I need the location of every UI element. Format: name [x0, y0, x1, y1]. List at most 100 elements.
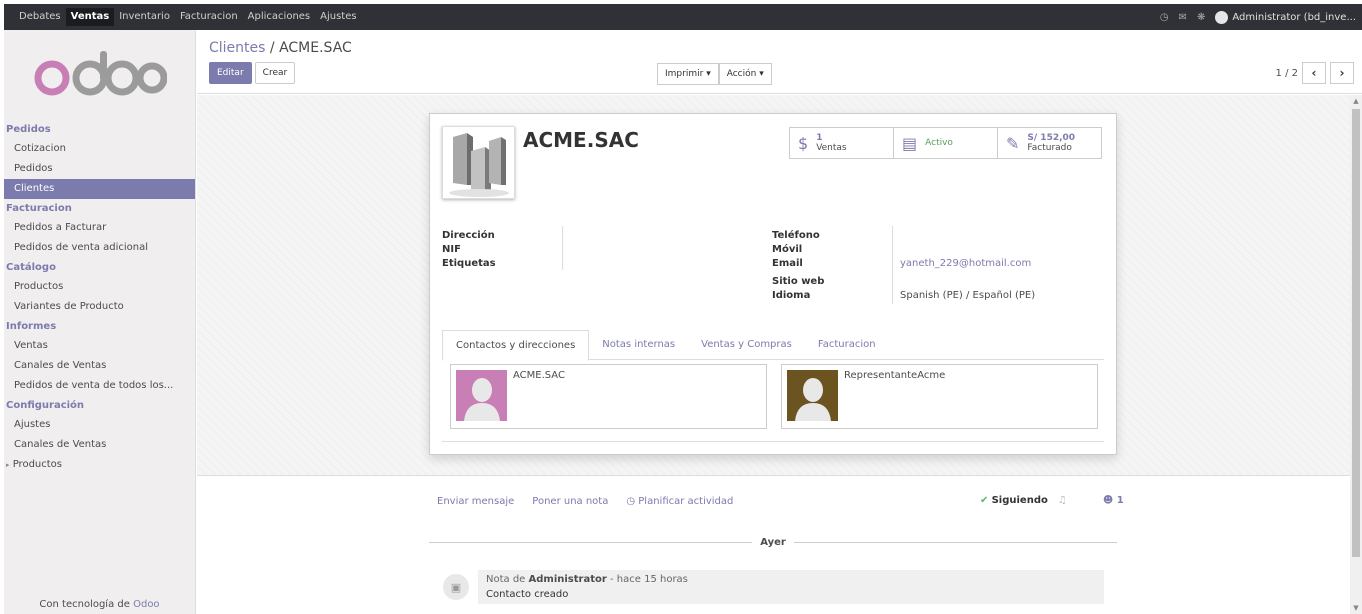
- menu-aplicaciones[interactable]: Aplicaciones: [243, 4, 315, 30]
- sidebar-item-informe-ventas[interactable]: Ventas: [4, 336, 195, 356]
- print-label: Imprimir: [665, 69, 704, 79]
- breadcrumb-current: ACME.SAC: [279, 40, 352, 56]
- sidebar-item-label: Productos: [12, 459, 62, 470]
- contact-card[interactable]: RepresentanteAcme: [781, 364, 1098, 429]
- bell-icon[interactable]: ♫: [1058, 495, 1067, 506]
- powered-by-text: Con tecnología de: [39, 599, 130, 610]
- message-prefix: Nota de: [486, 574, 526, 585]
- smart-buttons: $ 1 Ventas ▤ Activo ✎ S/ 152,00 Facturad…: [789, 127, 1102, 159]
- breadcrumb-clientes[interactable]: Clientes: [209, 40, 265, 56]
- caret-down-icon: ▾: [759, 69, 764, 79]
- message: ▣ Nota de Administrator - hace 15 horas …: [443, 570, 1104, 604]
- archive-icon: ▤: [902, 133, 918, 153]
- email-value[interactable]: yaneth_229@hotmail.com: [892, 257, 1031, 271]
- action-label: Acción: [726, 69, 757, 79]
- scroll-up-icon[interactable]: ▲: [1350, 97, 1362, 105]
- partner-name: ACME.SAC: [523, 128, 639, 152]
- scrollbar[interactable]: ▲ ▼: [1350, 95, 1362, 614]
- user-menu[interactable]: Administrator (bd_inve...: [1215, 10, 1356, 24]
- menu-ajustes[interactable]: Ajustes: [315, 4, 361, 30]
- separator-line: [429, 541, 753, 543]
- caret-down-icon: ▾: [706, 69, 711, 79]
- person-icon: [794, 378, 831, 421]
- company-image[interactable]: [442, 126, 515, 199]
- chat-icon[interactable]: ✉: [1179, 12, 1187, 23]
- check-icon: ✔: [980, 495, 989, 506]
- bug-icon[interactable]: ❋: [1197, 12, 1205, 23]
- sidebar-item-pedidos-venta-adicional[interactable]: Pedidos de venta adicional: [4, 238, 195, 258]
- section-catalogo: Catálogo: [6, 262, 56, 273]
- next-button[interactable]: ›: [1330, 62, 1354, 84]
- sidebar-item-pedidos-todos[interactable]: Pedidos de venta de todos los...: [4, 376, 195, 396]
- scroll-down-icon[interactable]: ▼: [1350, 604, 1362, 612]
- menu-ventas[interactable]: Ventas: [65, 8, 115, 26]
- print-dropdown[interactable]: Imprimir ▾: [657, 63, 719, 85]
- section-facturacion: Facturacion: [6, 203, 72, 214]
- fields-left: Dirección NIF Etiquetas: [442, 229, 562, 271]
- log-note-link[interactable]: Poner una nota: [532, 496, 608, 507]
- odoo-logo[interactable]: [4, 30, 195, 120]
- edit-button[interactable]: Editar: [209, 62, 252, 84]
- date-separator: Ayer: [429, 536, 1117, 548]
- chatter: Enviar mensaje Poner una nota ◷ Planific…: [197, 475, 1350, 614]
- sidebar-item-variantes[interactable]: Variantes de Producto: [4, 297, 195, 317]
- menu-facturacion[interactable]: Facturacion: [175, 4, 243, 30]
- phone-label: Teléfono: [772, 230, 820, 241]
- sidebar-item-productos[interactable]: Productos: [4, 277, 195, 297]
- camera-icon: ▣: [443, 574, 469, 600]
- tab-notas-internas[interactable]: Notas internas: [589, 330, 688, 359]
- control-panel: Clientes / ACME.SAC Editar Crear Imprimi…: [197, 30, 1362, 94]
- menu-debates[interactable]: Debates: [14, 4, 66, 30]
- sidebar-item-ajustes[interactable]: Ajustes: [4, 415, 195, 435]
- clock-icon[interactable]: ◷: [1160, 12, 1169, 23]
- sidebar-item-config-canales[interactable]: Canales de Ventas: [4, 435, 195, 455]
- powered-by-link[interactable]: Odoo: [133, 599, 159, 610]
- separator-line: [793, 541, 1117, 543]
- invoiced-smart-button[interactable]: ✎ S/ 152,00 Facturado: [997, 127, 1102, 159]
- menu-inventario[interactable]: Inventario: [114, 4, 175, 30]
- message-text: Contacto creado: [486, 589, 569, 600]
- form-sheet: ACME.SAC $ 1 Ventas ▤ Activo ✎ S/ 152,00…: [429, 113, 1117, 455]
- tab-facturacion[interactable]: Facturacion: [805, 330, 889, 359]
- date-label: Ayer: [760, 536, 786, 548]
- previous-button[interactable]: ‹: [1302, 62, 1326, 84]
- notebook-tabs: Contactos y direcciones Notas internas V…: [442, 330, 1104, 361]
- tab-ventas-compras[interactable]: Ventas y Compras: [688, 330, 805, 359]
- message-header: Nota de Administrator - hace 15 horas: [486, 573, 1096, 587]
- pager: 1 / 2 ‹ ›: [1276, 62, 1354, 84]
- breadcrumb: Clientes / ACME.SAC: [209, 40, 352, 56]
- sidebar-item-pedidos[interactable]: Pedidos: [4, 159, 195, 179]
- message-author[interactable]: Administrator: [529, 574, 607, 585]
- pager-value[interactable]: 1 / 2: [1276, 68, 1298, 79]
- sidebar-item-canales-ventas[interactable]: Canales de Ventas: [4, 356, 195, 376]
- sidebar-item-clientes[interactable]: Clientes: [4, 179, 195, 199]
- create-button[interactable]: Crear: [254, 62, 296, 84]
- sidebar-item-pedidos-a-facturar[interactable]: Pedidos a Facturar: [4, 218, 195, 238]
- schedule-activity-link[interactable]: ◷ Planificar actividad: [626, 496, 733, 507]
- sidebar: Pedidos Cotizacion Pedidos Clientes Fact…: [4, 30, 196, 614]
- following-label: Siguiendo: [991, 495, 1048, 506]
- invoiced-amount: S/ 152,00: [1027, 133, 1076, 143]
- sidebar-item-cotizacion[interactable]: Cotizacion: [4, 139, 195, 159]
- contact-avatar: [456, 370, 507, 421]
- section-informes: Informes: [6, 321, 57, 332]
- main-menu: Debates Ventas Inventario Facturacion Ap…: [4, 4, 362, 30]
- scrollbar-thumb[interactable]: [1352, 109, 1360, 557]
- followers-button[interactable]: ☻ 1: [1103, 495, 1124, 506]
- contact-name: RepresentanteAcme: [844, 370, 946, 381]
- top-navbar: Debates Ventas Inventario Facturacion Ap…: [4, 4, 1362, 30]
- schedule-activity-label: Planificar actividad: [638, 496, 734, 507]
- action-dropdown[interactable]: Acción ▾: [718, 63, 772, 85]
- tab-contactos[interactable]: Contactos y direcciones: [442, 330, 590, 361]
- contact-card[interactable]: ACME.SAC: [450, 364, 767, 429]
- send-message-link[interactable]: Enviar mensaje: [437, 496, 514, 507]
- mobile-label: Móvil: [772, 244, 803, 255]
- user-avatar: [1215, 10, 1229, 24]
- message-time: - hace 15 horas: [610, 574, 688, 585]
- dollar-icon: $: [798, 133, 809, 153]
- sales-smart-button[interactable]: $ 1 Ventas: [789, 127, 894, 159]
- active-smart-button[interactable]: ▤ Activo: [893, 127, 998, 159]
- sidebar-item-config-productos[interactable]: ▸ Productos: [4, 455, 195, 475]
- following-button[interactable]: ✔ Siguiendo: [980, 495, 1048, 506]
- section-configuracion: Configuración: [6, 400, 85, 411]
